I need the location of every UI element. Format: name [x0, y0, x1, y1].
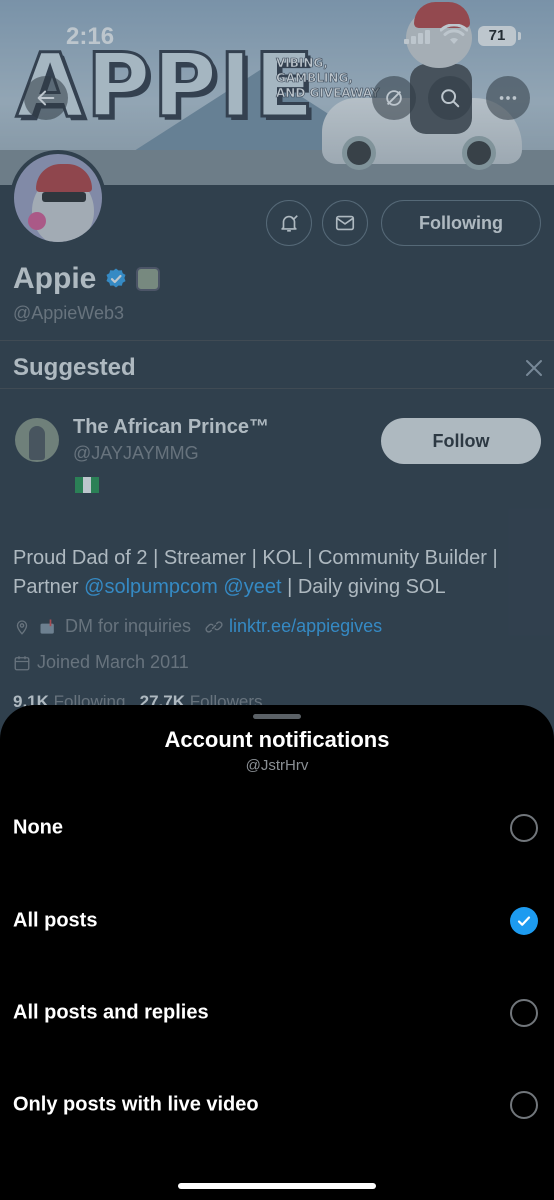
sheet-subtitle: @JstrHrv [245, 757, 309, 774]
sheet-title: Account notifications [164, 727, 390, 752]
option-live-video-posts[interactable]: Only posts with live video [0, 1065, 554, 1145]
option-all-posts[interactable]: All posts [0, 881, 554, 961]
home-indicator[interactable] [178, 1183, 376, 1189]
option-label: All posts and replies [13, 1001, 209, 1024]
sheet-grabber[interactable] [253, 714, 301, 719]
radio-unselected-icon[interactable] [510, 1091, 538, 1119]
radio-selected-check-icon[interactable] [510, 907, 538, 935]
option-label: Only posts with live video [13, 1093, 259, 1116]
radio-unselected-icon[interactable] [510, 814, 538, 842]
option-label: All posts [13, 909, 98, 932]
option-all-posts-and-replies[interactable]: All posts and replies [0, 973, 554, 1053]
option-none[interactable]: None [0, 788, 554, 868]
option-label: None [13, 816, 63, 839]
account-notifications-sheet: Account notifications @JstrHrv None All … [0, 705, 554, 1200]
radio-unselected-icon[interactable] [510, 999, 538, 1027]
